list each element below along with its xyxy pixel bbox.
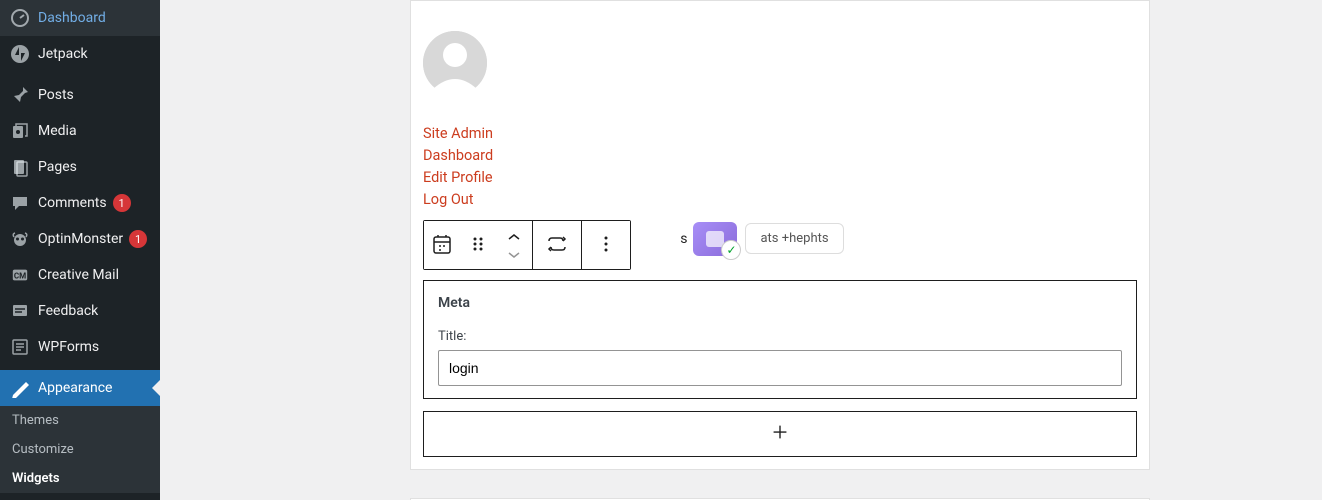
suggestion-pill-text: ats +hephts [760,231,828,246]
sidebar-label: OptinMonster [38,231,123,247]
check-circle-icon: ✓ [721,240,741,260]
widget-area: Site Admin Dashboard Edit Profile Log Ou… [410,0,1150,470]
optinmonster-badge: 1 [129,230,147,248]
link-dashboard[interactable]: Dashboard [423,145,1137,167]
sidebar-label: WPForms [38,339,99,355]
sidebar-item-comments[interactable]: Comments 1 [0,185,160,221]
submenu-item-themes[interactable]: Themes [0,406,160,435]
avatar [423,31,487,95]
comments-badge: 1 [113,194,131,212]
sidebar-item-creativemail[interactable]: CM Creative Mail [0,257,160,293]
move-up-button[interactable] [496,227,532,245]
media-icon [10,121,30,141]
sidebar-label: Jetpack [38,46,88,62]
move-down-button[interactable] [496,245,532,263]
sidebar-label: Feedback [38,303,98,319]
suggestion-badge-icon[interactable]: ✓ [693,222,737,256]
floating-suggestion: s ✓ ats +hephts [680,222,843,256]
wpforms-icon [10,337,30,357]
sidebar-item-optinmonster[interactable]: OptinMonster 1 [0,221,160,257]
more-vertical-icon [596,234,616,257]
title-label: Title: [438,329,1122,344]
block-appender-button[interactable] [423,411,1137,457]
link-log-out[interactable]: Log Out [423,189,1137,211]
sidebar-item-feedback[interactable]: Feedback [0,293,160,329]
sidebar-item-wpforms[interactable]: WPForms [0,329,160,365]
chevron-up-icon [507,229,521,244]
floaty-s-text: s [680,231,687,247]
block-heading: Meta [438,295,1122,311]
sidebar-item-jetpack[interactable]: Jetpack [0,36,160,72]
jetpack-icon [10,44,30,64]
link-site-admin[interactable]: Site Admin [423,123,1137,145]
title-input[interactable] [438,350,1122,386]
sidebar-label: Creative Mail [38,267,119,283]
sidebar-item-appearance[interactable]: Appearance [0,370,160,406]
sidebar-label: Comments [38,195,107,211]
transform-icon [545,232,569,259]
feedback-icon [10,301,30,321]
sidebar-item-posts[interactable]: Posts [0,77,160,113]
optinmonster-icon [10,229,30,249]
submenu-item-customize[interactable]: Customize [0,435,160,464]
pin-icon [10,85,30,105]
block-type-button[interactable] [424,221,460,269]
comment-icon [10,193,30,213]
sidebar-label: Posts [38,87,74,103]
appearance-icon [10,378,30,398]
sidebar-label: Dashboard [38,10,106,26]
suggestion-pill[interactable]: ats +hephts [745,223,843,254]
meta-widget-block[interactable]: Meta Title: [423,280,1137,399]
meta-links-list: Site Admin Dashboard Edit Profile Log Ou… [423,123,1137,211]
chevron-down-icon [507,247,521,262]
block-options-button[interactable] [582,221,630,269]
drag-handle-button[interactable] [460,221,496,269]
sidebar-item-pages[interactable]: Pages [0,149,160,185]
plus-icon [769,421,791,447]
sidebar-item-dashboard[interactable]: Dashboard [0,0,160,36]
svg-text:CM: CM [14,271,26,281]
link-edit-profile[interactable]: Edit Profile [423,167,1137,189]
transform-to-widget-button[interactable] [533,221,581,269]
submenu-item-widgets[interactable]: Widgets [0,464,160,493]
main-content: Site Admin Dashboard Edit Profile Log Ou… [160,0,1322,500]
sidebar-label: Appearance [38,380,112,396]
block-toolbar [423,220,631,270]
widget-type-icon [430,232,454,259]
sidebar-item-media[interactable]: Media [0,113,160,149]
pages-icon [10,157,30,177]
drag-icon [468,234,488,257]
creativemail-icon: CM [10,265,30,285]
sidebar-label: Media [38,123,77,139]
dashboard-icon [10,8,30,28]
appearance-submenu: Themes Customize Widgets [0,406,160,493]
admin-sidebar: Dashboard Jetpack Posts Media Pages [0,0,160,500]
sidebar-label: Pages [38,159,77,175]
